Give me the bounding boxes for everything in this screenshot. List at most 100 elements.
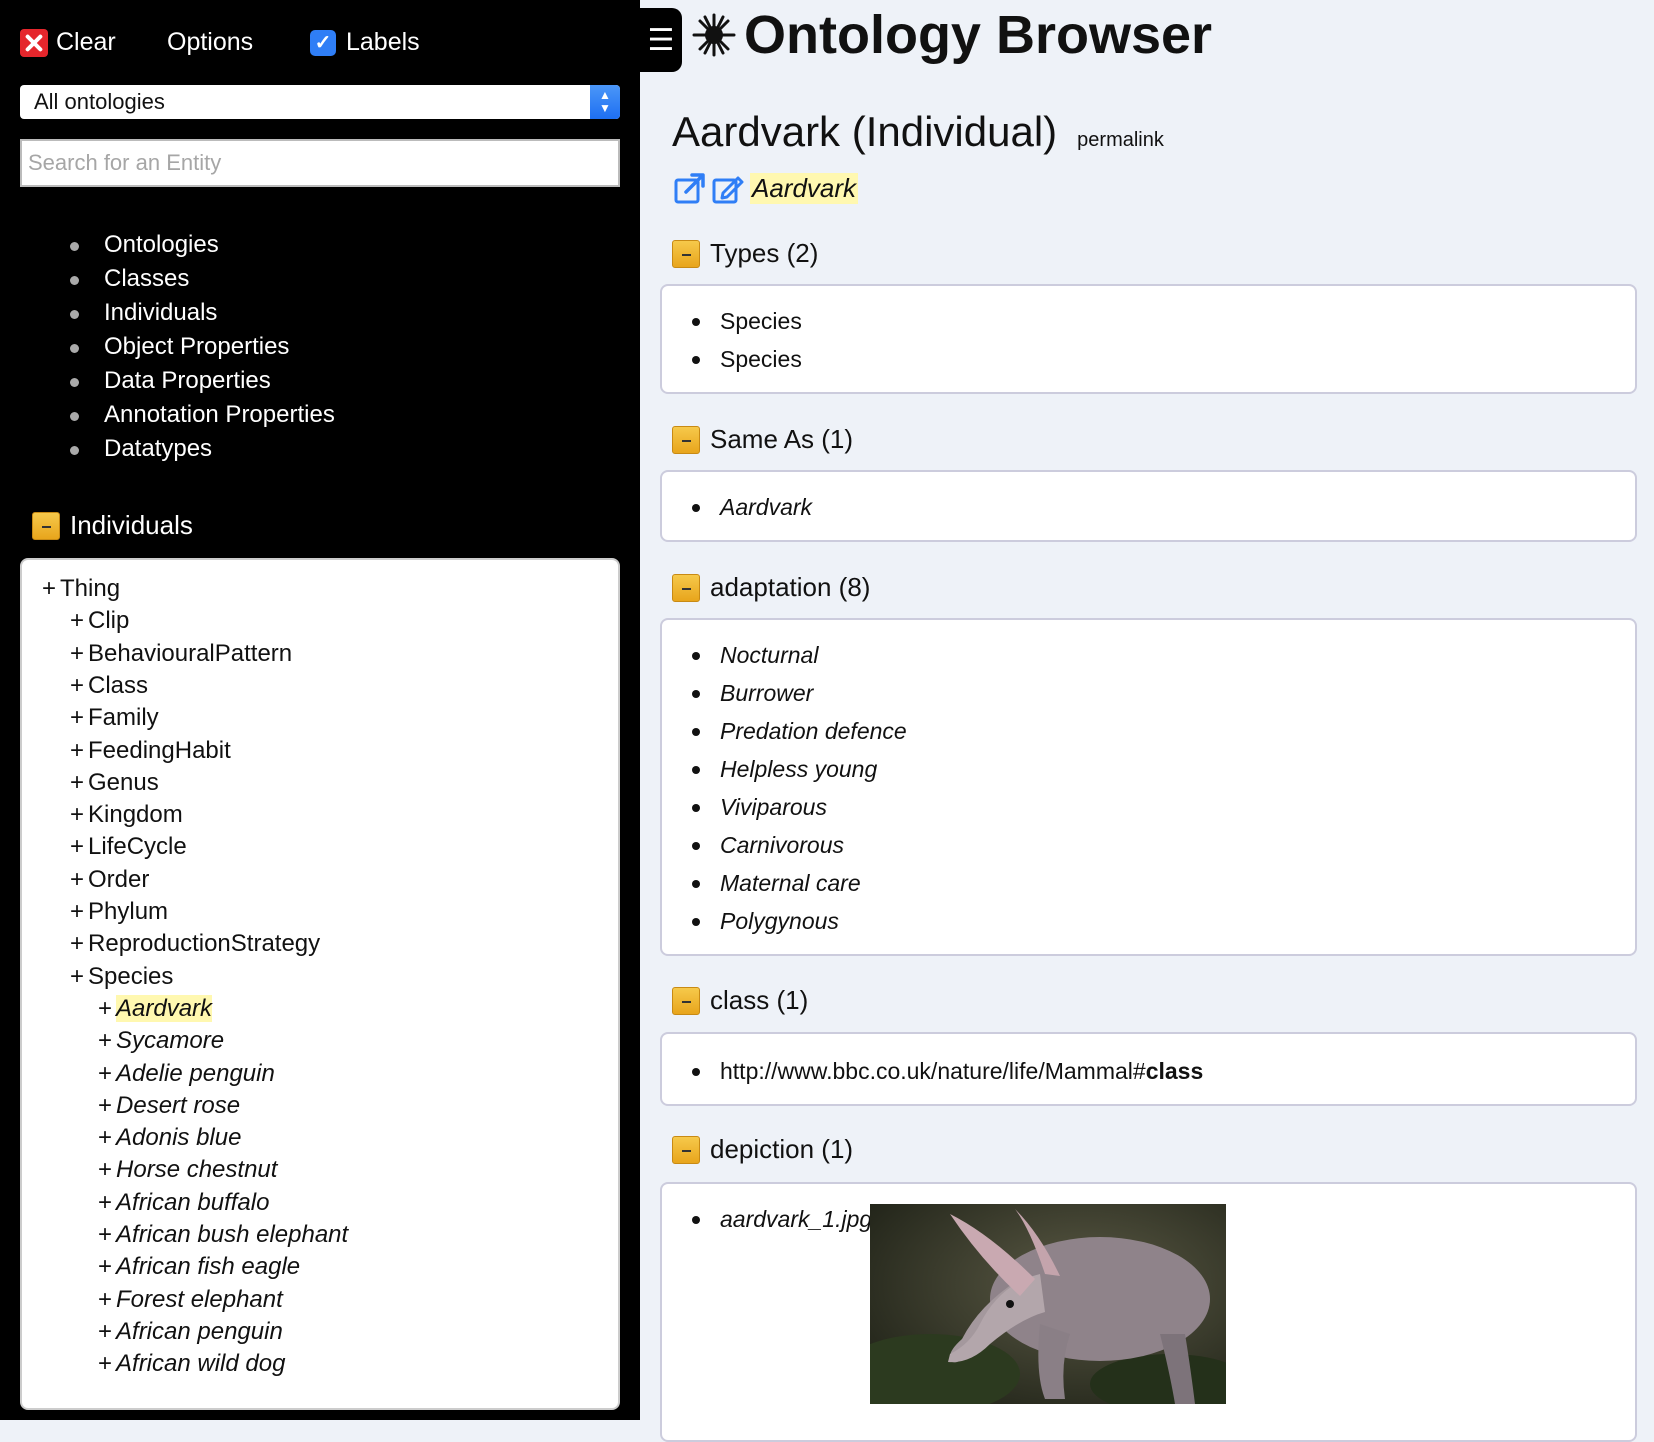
nav-item-datatypes[interactable]: Datatypes <box>70 432 335 466</box>
app-title: Ontology Browser <box>690 4 1212 66</box>
labels-label: Labels <box>346 28 420 56</box>
tree-item-label: Kingdom <box>88 801 183 829</box>
list-item[interactable]: Predation defence <box>692 712 907 750</box>
expand-icon[interactable]: + <box>98 1253 112 1280</box>
expand-icon[interactable]: + <box>70 640 84 667</box>
tree-item[interactable]: + FeedingHabit <box>70 734 231 768</box>
list-item[interactable]: Species <box>692 340 802 378</box>
aardvark-photo[interactable] <box>870 1204 1226 1404</box>
minus-icon[interactable] <box>672 573 700 602</box>
search-input[interactable] <box>20 139 620 187</box>
expand-icon[interactable]: + <box>98 1092 112 1119</box>
nav-item-data-properties[interactable]: Data Properties <box>70 364 335 398</box>
menu-icon[interactable]: ☰ <box>640 8 682 72</box>
individuals-tree[interactable]: + Thing + Clip + BehaviouralPattern + Class + Fam… <box>20 558 620 1410</box>
list-item[interactable]: Aardvark <box>692 488 812 526</box>
minus-icon[interactable] <box>672 1135 700 1164</box>
tree-item[interactable]: + ReproductionStrategy <box>70 927 320 961</box>
list-item[interactable]: aardvark_1.jpg <box>692 1200 872 1238</box>
expand-icon[interactable]: + <box>70 963 84 990</box>
tree-item[interactable]: + Family <box>70 701 159 735</box>
expand-icon[interactable]: + <box>98 1124 112 1151</box>
tree-item[interactable]: + Species <box>70 960 173 994</box>
list-item[interactable]: Polygynous <box>692 902 907 940</box>
tree-item[interactable]: + African wild dog <box>98 1347 285 1381</box>
minus-icon[interactable] <box>672 239 700 268</box>
list-item[interactable]: Carnivorous <box>692 826 907 864</box>
expand-icon[interactable]: + <box>98 1350 112 1377</box>
minus-icon[interactable] <box>32 511 60 540</box>
tree-item[interactable]: + Horse chestnut <box>98 1153 277 1187</box>
tree-item-label: Desert rose <box>116 1091 241 1119</box>
class-url-item[interactable]: http://www.bbc.co.uk/nature/life/Mammal#… <box>692 1052 1203 1090</box>
class-box: http://www.bbc.co.uk/nature/life/Mammal#… <box>660 1032 1637 1106</box>
expand-icon[interactable]: + <box>70 866 84 893</box>
expand-icon[interactable]: + <box>70 930 84 957</box>
expand-icon[interactable]: + <box>42 575 56 602</box>
tree-item[interactable]: + African buffalo <box>98 1186 269 1220</box>
expand-icon[interactable]: + <box>98 1027 112 1054</box>
minus-icon[interactable] <box>672 425 700 454</box>
list-item[interactable]: Nocturnal <box>692 636 907 674</box>
permalink-link[interactable]: permalink <box>1077 129 1164 152</box>
nav-item-individuals[interactable]: Individuals <box>70 296 335 330</box>
tree-item[interactable]: + Adelie penguin <box>98 1057 275 1091</box>
tree-item[interactable]: + African fish eagle <box>98 1250 300 1284</box>
checkbox-checked-icon[interactable]: ✓ <box>310 29 336 56</box>
nav-item-annotation-properties[interactable]: Annotation Properties <box>70 398 335 432</box>
entity-label[interactable]: Aardvark <box>750 172 859 204</box>
nav-item-classes[interactable]: Classes <box>70 262 335 296</box>
tree-item-label: African penguin <box>116 1317 283 1345</box>
expand-icon[interactable]: + <box>98 995 112 1022</box>
expand-icon[interactable]: + <box>98 1189 112 1216</box>
labels-toggle[interactable]: ✓ Labels <box>310 28 420 57</box>
tree-item[interactable]: + Genus <box>70 766 159 800</box>
tree-item[interactable]: + Kingdom <box>70 798 183 832</box>
expand-icon[interactable]: + <box>70 833 84 860</box>
tree-item[interactable]: + African penguin <box>98 1315 283 1349</box>
tree-item-label: Adelie penguin <box>116 1059 275 1087</box>
tree-item[interactable]: + Forest elephant <box>98 1283 283 1317</box>
tree-item[interactable]: + Phylum <box>70 895 168 929</box>
clear-button[interactable]: Clear <box>20 28 116 57</box>
tree-item[interactable]: + BehaviouralPattern <box>70 637 292 671</box>
expand-icon[interactable]: + <box>70 801 84 828</box>
list-item[interactable]: Viviparous <box>692 788 907 826</box>
expand-icon[interactable]: + <box>98 1318 112 1345</box>
tree-item[interactable]: + Sycamore <box>98 1024 224 1058</box>
sidebar: Clear Options ✓ Labels All ontologies ▲ ▼… <box>0 0 640 1420</box>
tree-item[interactable]: + Order <box>70 863 149 897</box>
tree-item[interactable]: + Desert rose <box>98 1089 240 1123</box>
expand-icon[interactable]: + <box>70 704 84 731</box>
expand-icon[interactable]: + <box>70 769 84 796</box>
tree-item[interactable]: + Clip <box>70 604 129 638</box>
expand-icon[interactable]: + <box>98 1156 112 1183</box>
ontology-select[interactable]: All ontologies ▲ ▼ <box>20 85 620 119</box>
expand-icon[interactable]: + <box>98 1286 112 1313</box>
list-item[interactable]: Species <box>692 302 802 340</box>
tree-item[interactable]: + Adonis blue <box>98 1121 241 1155</box>
expand-icon[interactable]: + <box>98 1060 112 1087</box>
tree-item[interactable]: + Thing <box>42 572 120 606</box>
expand-icon[interactable]: + <box>98 1221 112 1248</box>
tree-item[interactable]: + LifeCycle <box>70 830 187 864</box>
tree-item-selected[interactable]: + Aardvark <box>98 992 213 1026</box>
expand-icon[interactable]: + <box>70 898 84 925</box>
nav-item-ontologies[interactable]: Ontologies <box>70 228 335 262</box>
tree-item[interactable]: + African bush elephant <box>98 1218 348 1252</box>
open-external-icon[interactable] <box>674 172 706 204</box>
nav-item-object-properties[interactable]: Object Properties <box>70 330 335 364</box>
list-item[interactable]: Burrower <box>692 674 907 712</box>
types-header: Types (2) <box>672 238 818 269</box>
options-button[interactable]: Options <box>167 28 253 57</box>
tree-item-label: FeedingHabit <box>88 736 231 764</box>
edit-external-icon[interactable] <box>712 172 744 204</box>
expand-icon[interactable]: + <box>70 737 84 764</box>
tree-item[interactable]: + Class <box>70 669 148 703</box>
minus-icon[interactable] <box>672 986 700 1015</box>
expand-icon[interactable]: + <box>70 672 84 699</box>
list-item[interactable]: Maternal care <box>692 864 907 902</box>
list-item[interactable]: Helpless young <box>692 750 907 788</box>
expand-icon[interactable]: + <box>70 607 84 634</box>
class-header: class (1) <box>672 985 808 1016</box>
